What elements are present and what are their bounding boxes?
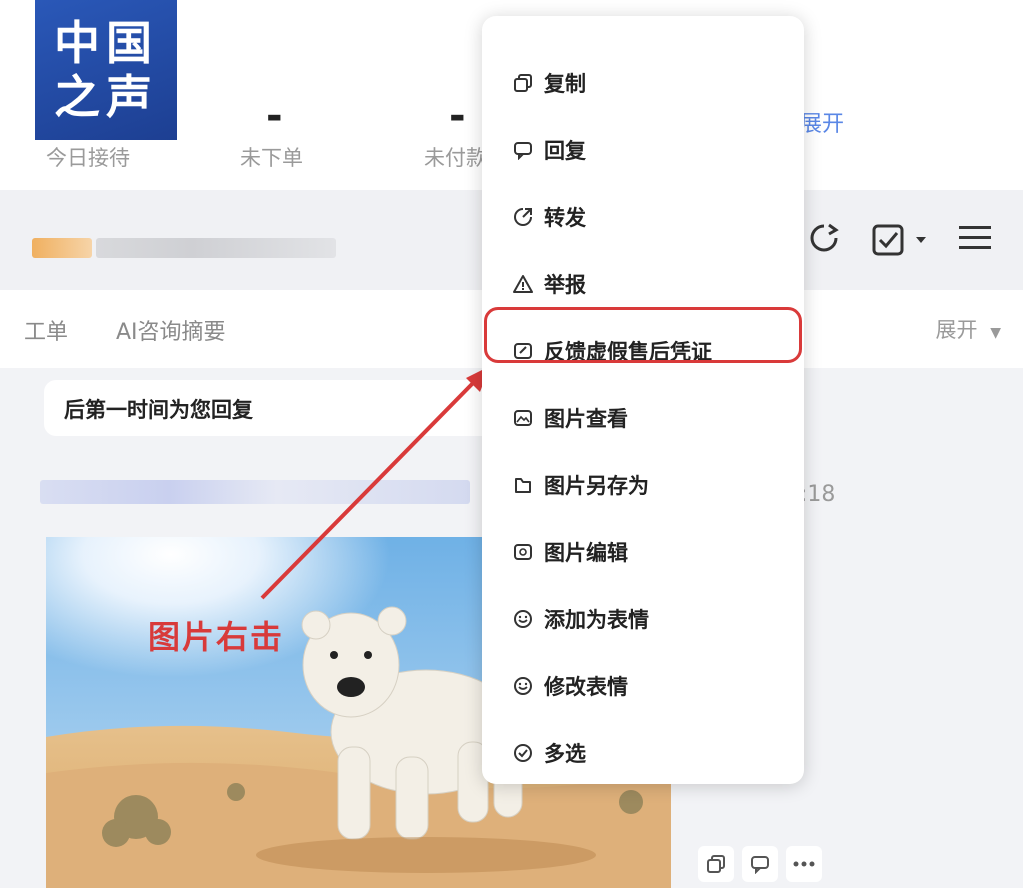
add-emoji-icon — [512, 608, 534, 630]
menu-label: 回复 — [544, 139, 586, 163]
menu-item-copy[interactable]: 复制 — [482, 61, 804, 105]
copy-icon — [512, 72, 534, 94]
menu-item-edit-image[interactable]: 图片编辑 — [482, 530, 804, 574]
more-icon — [793, 861, 815, 867]
menu-item-multi-select[interactable]: 多选 — [482, 731, 804, 775]
menu-item-add-sticker[interactable]: 添加为表情 — [482, 597, 804, 641]
warning-icon — [512, 273, 534, 295]
image-view-icon — [512, 407, 534, 429]
stat-label-unpaid: 未付款 — [424, 146, 487, 170]
context-menu: 复制 回复 转发 举报 反馈虚假售后凭证 图片查看 图片另存为 图片编辑 添加为… — [482, 16, 804, 784]
message-bubble[interactable]: 后第一时间为您回复 — [44, 380, 514, 436]
menu-label: 修改表情 — [544, 675, 628, 699]
multi-select-icon — [512, 742, 534, 764]
checkbox-add-icon — [872, 224, 904, 256]
annotation-label: 图片右击 — [148, 618, 285, 656]
caret-down-icon: ▼ — [990, 325, 1001, 341]
menu-label: 图片编辑 — [544, 541, 628, 565]
chevron-down-icon — [916, 237, 926, 243]
menu-label: 多选 — [544, 742, 586, 766]
forward-icon — [512, 206, 534, 228]
menu-item-save-image[interactable]: 图片另存为 — [482, 463, 804, 507]
expand-stats-link[interactable]: 展开 — [800, 106, 844, 138]
reply-icon — [751, 856, 769, 874]
menu-item-reply[interactable]: 回复 — [482, 128, 804, 172]
menu-item-edit-sticker[interactable]: 修改表情 — [482, 664, 804, 708]
more-actions-button[interactable] — [786, 846, 822, 882]
menu-item-report[interactable]: 举报 — [482, 262, 804, 306]
reply-message-button[interactable] — [742, 846, 778, 882]
menu-label: 复制 — [544, 72, 586, 96]
copy-message-button[interactable] — [698, 846, 734, 882]
message-text: 后第一时间为您回复 — [64, 398, 253, 422]
save-icon — [512, 474, 534, 496]
tabs-expand-button[interactable]: 展开 ▼ — [936, 314, 1001, 344]
contact-avatar-blurred — [32, 238, 92, 258]
stat-value-today: - — [266, 93, 283, 139]
menu-item-forward[interactable]: 转发 — [482, 195, 804, 239]
tab-ticket[interactable]: 工单 — [24, 314, 68, 346]
tab-ai-summary[interactable]: AI咨询摘要 — [116, 314, 226, 346]
stat-value-unordered: - — [449, 93, 466, 139]
copy-icon — [707, 855, 725, 873]
contact-name-blurred — [96, 238, 336, 258]
logo-line-2: 之声 — [54, 70, 158, 124]
message-timestamp: :18 — [800, 482, 836, 507]
refresh-icon[interactable] — [807, 221, 841, 259]
menu-label: 举报 — [544, 273, 586, 297]
stat-label-unordered: 未下单 — [240, 146, 303, 170]
menu-item-highlight-outline — [484, 307, 802, 363]
logo-line-1: 中国 — [54, 16, 158, 70]
edit-emoji-icon — [512, 675, 534, 697]
sender-info-blurred — [40, 480, 470, 504]
checkbox-add-button[interactable] — [871, 223, 927, 257]
tabs-expand-label: 展开 — [935, 318, 978, 342]
menu-label: 图片查看 — [544, 407, 628, 431]
image-edit-icon — [512, 541, 534, 563]
broadcaster-logo: 中国 之声 — [35, 0, 177, 140]
menu-item-view-image[interactable]: 图片查看 — [482, 396, 804, 440]
reply-icon — [512, 139, 534, 161]
chat-header-toolbar — [807, 218, 993, 262]
menu-icon[interactable] — [957, 223, 993, 257]
stat-label-today: 今日接待 — [46, 146, 130, 170]
menu-label: 图片另存为 — [544, 474, 649, 498]
menu-label: 添加为表情 — [544, 608, 649, 632]
menu-label: 转发 — [544, 206, 586, 230]
